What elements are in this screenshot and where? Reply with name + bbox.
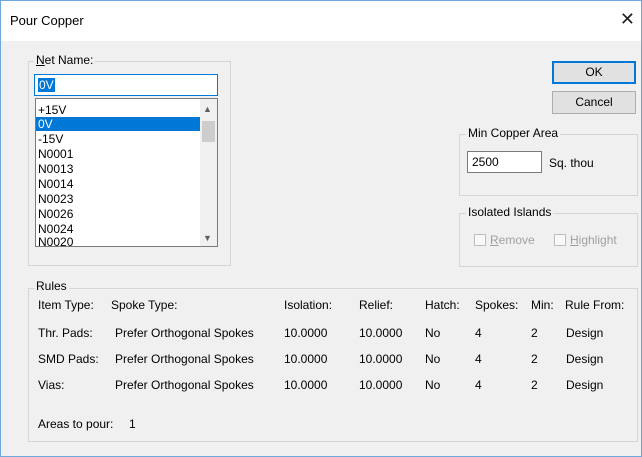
- row-min: 2: [531, 352, 538, 366]
- row-spokes: 4: [475, 378, 482, 392]
- highlight-label: Highlight: [570, 233, 617, 247]
- header-rule-from: Rule From:: [565, 298, 625, 312]
- title-bar: Pour Copper ✕: [1, 1, 641, 41]
- row-isolation: 10.0000: [284, 326, 328, 340]
- row-relief: 10.0000: [359, 326, 403, 340]
- list-item[interactable]: N0001: [36, 147, 200, 161]
- row-relief: 10.0000: [359, 378, 403, 392]
- row-item-type: Thr. Pads:: [38, 326, 93, 340]
- areas-to-pour-value: 1: [129, 417, 136, 431]
- header-relief: Relief:: [359, 298, 394, 312]
- row-rule-from: Design: [566, 326, 604, 340]
- scroll-thumb[interactable]: [202, 121, 215, 142]
- list-item-selected[interactable]: 0V: [36, 117, 200, 131]
- close-icon[interactable]: ✕: [620, 9, 635, 30]
- row-isolation: 10.0000: [284, 352, 328, 366]
- net-name-label: Net Name:: [34, 53, 96, 67]
- ok-button[interactable]: OK: [552, 61, 636, 84]
- header-spokes: Spokes:: [475, 298, 519, 312]
- dialog-title: Pour Copper: [10, 13, 84, 28]
- header-isolation: Isolation:: [284, 298, 333, 312]
- net-list[interactable]: +15V 0V -15V N0001 N0013 N0014 N0023 N00…: [35, 98, 218, 247]
- scroll-up-icon[interactable]: ▲: [203, 104, 212, 114]
- row-spokes: 4: [475, 352, 482, 366]
- header-spoke-type: Spoke Type:: [111, 298, 178, 312]
- pour-copper-dialog: Pour Copper ✕ Net Name: 0V +15V 0V -15V …: [0, 0, 642, 457]
- areas-to-pour-label: Areas to pour:: [38, 417, 114, 431]
- min-copper-value: 2500: [472, 155, 499, 169]
- row-min: 2: [531, 378, 538, 392]
- min-copper-label: Min Copper Area: [466, 126, 561, 140]
- row-spoke-type: Prefer Orthogonal Spokes: [115, 326, 254, 340]
- row-item-type: Vias:: [38, 378, 65, 392]
- list-item[interactable]: -15V: [36, 132, 200, 146]
- row-rule-from: Design: [566, 352, 604, 366]
- remove-label: Remove: [490, 233, 535, 247]
- list-item[interactable]: N0024: [36, 222, 200, 236]
- header-item-type: Item Type:: [38, 298, 94, 312]
- header-min: Min:: [531, 298, 554, 312]
- row-min: 2: [531, 326, 538, 340]
- row-relief: 10.0000: [359, 352, 403, 366]
- header-hatch: Hatch:: [425, 298, 460, 312]
- list-scrollbar[interactable]: ▲ ▼: [200, 99, 217, 246]
- list-item[interactable]: N0026: [36, 207, 200, 221]
- min-copper-unit: Sq. thou: [549, 156, 594, 170]
- row-spoke-type: Prefer Orthogonal Spokes: [115, 352, 254, 366]
- list-item[interactable]: N0014: [36, 177, 200, 191]
- list-item[interactable]: N0013: [36, 162, 200, 176]
- row-spoke-type: Prefer Orthogonal Spokes: [115, 378, 254, 392]
- min-copper-input[interactable]: 2500: [467, 151, 542, 173]
- list-item[interactable]: N0023: [36, 192, 200, 206]
- scroll-down-icon[interactable]: ▼: [203, 233, 212, 243]
- remove-checkbox[interactable]: [474, 234, 486, 246]
- row-rule-from: Design: [566, 378, 604, 392]
- row-hatch: No: [425, 326, 441, 340]
- cancel-button[interactable]: Cancel: [552, 91, 636, 114]
- net-name-input[interactable]: 0V: [34, 74, 218, 96]
- list-item[interactable]: N0020: [36, 235, 200, 246]
- row-hatch: No: [425, 352, 441, 366]
- isolated-islands-label: Isolated Islands: [466, 205, 554, 219]
- row-hatch: No: [425, 378, 441, 392]
- highlight-checkbox[interactable]: [554, 234, 566, 246]
- row-spokes: 4: [475, 326, 482, 340]
- net-name-input-value: 0V: [38, 78, 55, 92]
- row-isolation: 10.0000: [284, 378, 328, 392]
- list-item[interactable]: +15V: [36, 103, 200, 117]
- row-item-type: SMD Pads:: [38, 352, 99, 366]
- rules-label: Rules: [34, 279, 69, 293]
